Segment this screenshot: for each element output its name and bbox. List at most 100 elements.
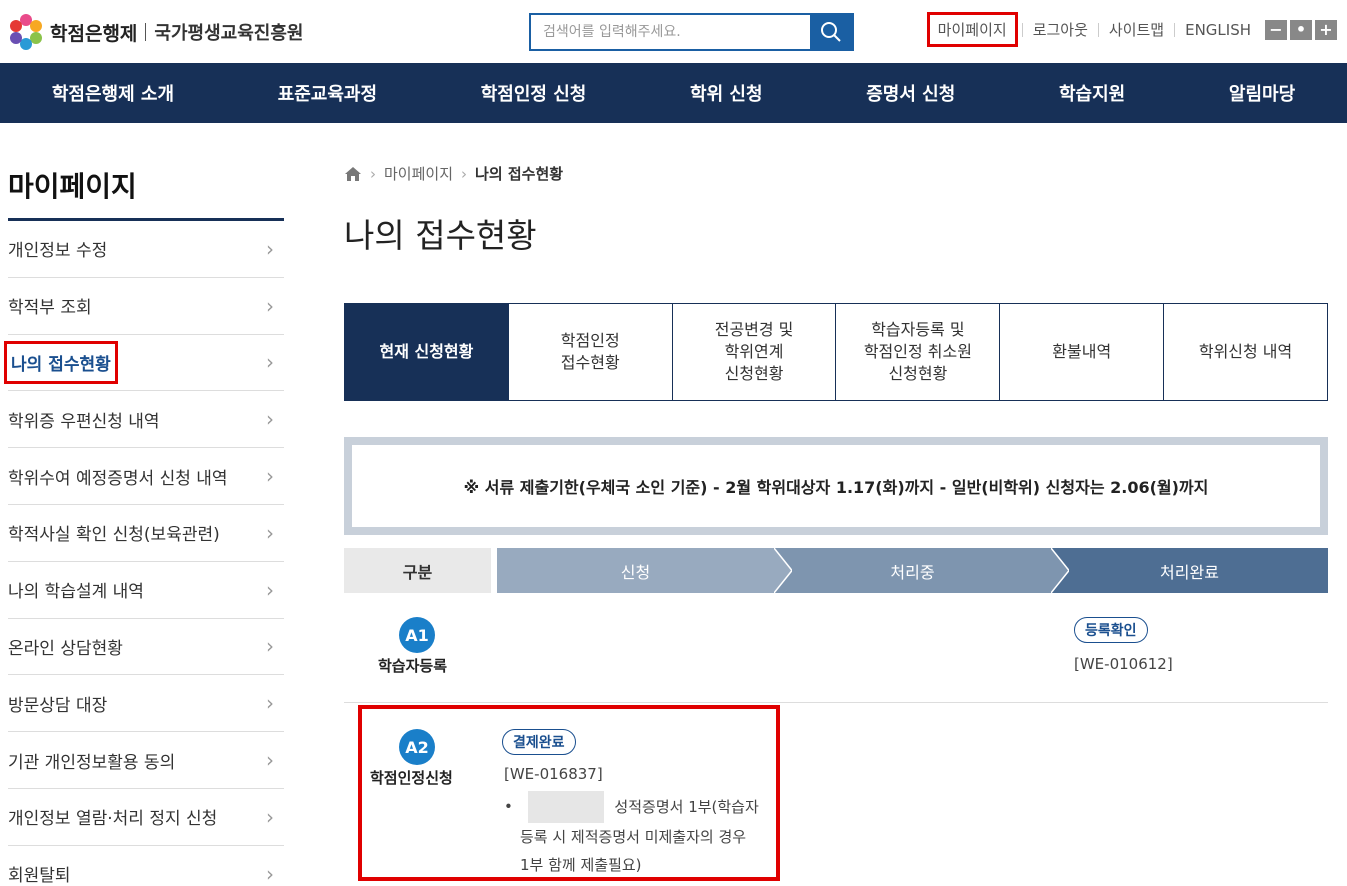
nav-item-certificate[interactable]: 증명서 신청 xyxy=(866,80,955,106)
step-completed: 처리완료 xyxy=(1051,548,1328,593)
nav-item-learning-support[interactable]: 학습지원 xyxy=(1059,80,1125,106)
breadcrumb-separator: › xyxy=(370,164,376,183)
breadcrumb: › 마이페이지 › 나의 접수현황 xyxy=(344,163,563,184)
sidebar-item-label: 온라인 상담현황 xyxy=(8,638,123,659)
sidebar-item-edit-profile[interactable]: 개인정보 수정 › xyxy=(8,221,284,278)
tab-major-change[interactable]: 전공변경 및 학위연계 신청현황 xyxy=(671,304,836,400)
utility-menu: 마이페이지 로그아웃 사이트맵 ENGLISH − • + xyxy=(926,12,1337,47)
application-code-a2: [WE-016837] xyxy=(504,765,603,783)
row-name-a2: 학점인정신청 xyxy=(370,769,453,787)
main-nav: 학점은행제 소개 표준교육과정 학점인정 신청 학위 신청 증명서 신청 학습지… xyxy=(0,63,1347,123)
tab-degree-application[interactable]: 학위신청 내역 xyxy=(1163,304,1327,400)
sidebar-item-withdraw[interactable]: 회원탈퇴 › xyxy=(8,846,284,886)
step-applied: 신청 xyxy=(497,548,792,593)
logo-text: 학점은행제 xyxy=(50,22,138,45)
site-logo[interactable]: 학점은행제 국가평생교육진흥원 xyxy=(8,14,303,50)
chevron-right-icon: › xyxy=(266,407,274,432)
chevron-right-icon: › xyxy=(266,748,274,773)
search-bar xyxy=(529,13,854,51)
sidebar-item-learning-plan[interactable]: 나의 학습설계 내역 › xyxy=(8,562,284,619)
mypage-link[interactable]: 마이페이지 xyxy=(926,12,1018,47)
sidebar-item-label: 개인정보 열람·처리 정지 신청 xyxy=(8,809,218,830)
sitemap-link[interactable]: 사이트맵 xyxy=(1099,19,1174,40)
sidebar-item-privacy-consent[interactable]: 기관 개인정보활용 동의 › xyxy=(8,732,284,789)
nav-item-degree-apply[interactable]: 학위 신청 xyxy=(690,80,763,106)
chevron-right-icon: › xyxy=(266,520,274,545)
sidebar-item-label: 개인정보 수정 xyxy=(8,241,108,262)
sidebar-item-label: 학적사실 확인 신청(보육관련) xyxy=(8,525,220,546)
step-processing-label: 처리중 xyxy=(890,562,935,582)
chevron-right-icon: › xyxy=(266,691,274,716)
chevron-right-icon: › xyxy=(266,236,274,261)
search-input[interactable] xyxy=(531,15,810,49)
search-icon xyxy=(821,22,841,42)
sidebar-item-expected-degree-cert[interactable]: 학위수여 예정증명서 신청 내역 › xyxy=(8,448,284,505)
step-processing: 처리중 xyxy=(774,548,1069,593)
chevron-right-icon: › xyxy=(266,464,274,489)
sidebar: 마이페이지 개인정보 수정 › 학적부 조회 › 나의 접수현황 › 학위증 우편신청… xyxy=(4,123,284,886)
application-tabs: 현재 신청현황 학점인정 접수현황 전공변경 및 학위연계 신청현황 학습자등록… xyxy=(344,303,1328,401)
sidebar-title: 마이페이지 xyxy=(8,123,284,221)
sidebar-item-label: 기관 개인정보활용 동의 xyxy=(8,752,176,773)
deadline-notice-text: ※ 서류 제출기한(우체국 소인 기준) - 2월 학위대상자 1.17(화)까… xyxy=(463,478,1209,497)
step-arrow-icon xyxy=(774,548,792,593)
english-link[interactable]: ENGLISH xyxy=(1175,21,1261,39)
chevron-right-icon: › xyxy=(266,350,274,375)
zoom-in-button[interactable]: + xyxy=(1315,19,1337,40)
sidebar-item-label: 회원탈퇴 xyxy=(8,866,71,886)
search-button[interactable] xyxy=(810,15,852,49)
steps-category-label: 구분 xyxy=(344,548,491,593)
breadcrumb-mypage[interactable]: 마이페이지 xyxy=(384,163,453,184)
chevron-right-icon: › xyxy=(266,804,274,829)
sidebar-item-online-consult[interactable]: 온라인 상담현황 › xyxy=(8,619,284,676)
step-applied-label: 신청 xyxy=(620,562,651,582)
document-detail-line2: 등록 시 제적증명서 미제출자의 경우 xyxy=(520,828,747,846)
nav-item-curriculum[interactable]: 표준교육과정 xyxy=(278,80,377,106)
sidebar-item-label: 방문상담 대장 xyxy=(8,695,108,716)
logout-link[interactable]: 로그아웃 xyxy=(1023,19,1098,40)
document-detail-line3: 1부 함께 제출필요) xyxy=(520,856,642,874)
status-badge-paid[interactable]: 결제완료 xyxy=(502,729,576,755)
org-name: 국가평생교육진흥원 xyxy=(154,23,304,44)
sidebar-item-academic-record[interactable]: 학적부 조회 › xyxy=(8,278,284,335)
chevron-right-icon: › xyxy=(266,634,274,659)
tab-refund[interactable]: 환불내역 xyxy=(999,304,1164,400)
sidebar-item-my-applications[interactable]: 나의 접수현황 › xyxy=(4,335,284,392)
home-icon[interactable] xyxy=(344,166,362,182)
zoom-reset-button[interactable]: • xyxy=(1290,19,1312,40)
sidebar-item-label: 학위수여 예정증명서 신청 내역 xyxy=(8,468,228,489)
masked-text xyxy=(527,791,604,823)
chevron-right-icon: › xyxy=(266,577,274,602)
required-documents: • 성적증명서 1부(학습자 등록 시 제적증명서 미제출자의 경우 1부 함께… xyxy=(504,791,774,879)
breadcrumb-current: 나의 접수현황 xyxy=(475,165,564,183)
tab-learner-cancel[interactable]: 학습자등록 및 학점인정 취소원 신청현황 xyxy=(835,304,1000,400)
deadline-notice: ※ 서류 제출기한(우체국 소인 기준) - 2월 학위대상자 1.17(화)까… xyxy=(344,437,1328,535)
sidebar-item-label: 학위증 우편신청 내역 xyxy=(8,411,160,432)
step-completed-label: 처리완료 xyxy=(1160,562,1219,582)
tab-credit-recognition[interactable]: 학점인정 접수현황 xyxy=(507,304,672,400)
nav-item-notice[interactable]: 알림마당 xyxy=(1229,80,1295,106)
application-code-a1: [WE-010612] xyxy=(1074,655,1173,673)
tab-current-status[interactable]: 현재 신청현황 xyxy=(345,304,508,400)
breadcrumb-separator: › xyxy=(461,164,468,183)
zoom-out-button[interactable]: − xyxy=(1265,19,1287,40)
nav-item-intro[interactable]: 학점은행제 소개 xyxy=(52,80,174,106)
step-arrow-icon xyxy=(1051,548,1069,593)
chevron-right-icon: › xyxy=(266,293,274,318)
sidebar-item-privacy-request[interactable]: 개인정보 열람·처리 정지 신청 › xyxy=(8,789,284,846)
row-name-a1: 학습자등록 xyxy=(378,657,448,675)
logo-flower-icon xyxy=(8,14,44,50)
step-badge-a2: A2 xyxy=(399,729,435,765)
status-row-a2: A2 학점인정신청 결제완료 [WE-016837] • 성적증명서 1부(학습… xyxy=(344,705,1328,885)
zoom-controls: − • + xyxy=(1265,19,1337,40)
bullet: • xyxy=(504,797,513,816)
status-badge-registered[interactable]: 등록확인 xyxy=(1074,617,1148,643)
sidebar-item-diploma-mail[interactable]: 학위증 우편신청 내역 › xyxy=(8,391,284,449)
sidebar-item-visit-consult[interactable]: 방문상담 대장 › xyxy=(8,675,284,733)
document-detail-line1: 성적증명서 1부(학습자 xyxy=(614,797,759,816)
sidebar-item-academic-fact-check[interactable]: 학적사실 확인 신청(보육관련) › xyxy=(8,505,284,562)
sidebar-item-label: 나의 접수현황 xyxy=(4,340,118,384)
page-title: 나의 접수현황 xyxy=(344,216,537,255)
nav-item-credit-apply[interactable]: 학점인정 신청 xyxy=(481,80,587,106)
logo-divider xyxy=(145,23,147,41)
